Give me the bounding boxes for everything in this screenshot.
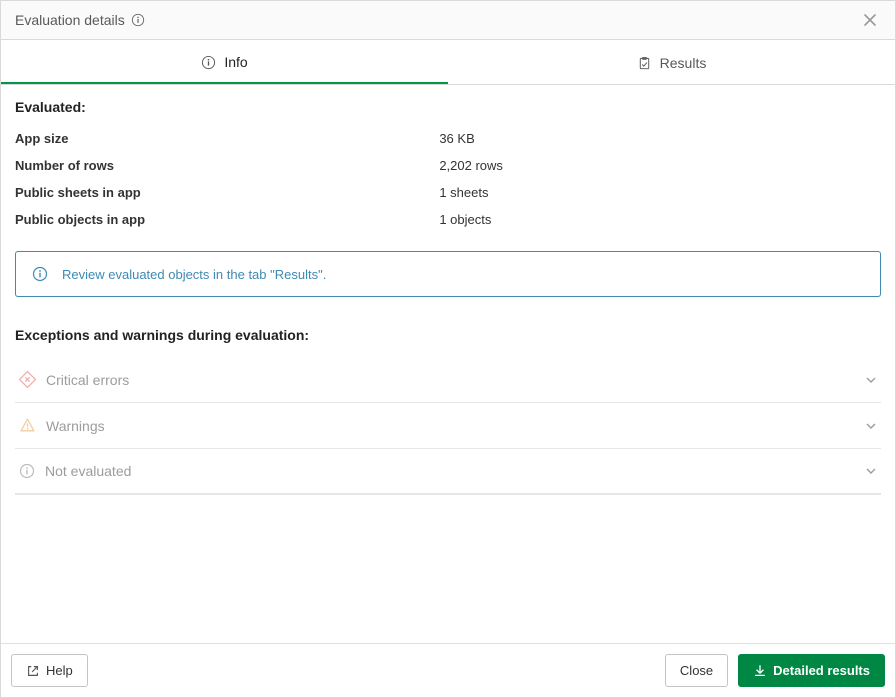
accordion-critical-errors[interactable]: Critical errors	[15, 357, 881, 403]
exceptions-heading: Exceptions and warnings during evaluatio…	[15, 327, 881, 343]
tab-results[interactable]: Results	[448, 40, 895, 84]
modal-title: Evaluation details	[15, 12, 125, 28]
close-button[interactable]: Close	[665, 654, 728, 687]
tab-label: Results	[660, 55, 707, 71]
critical-icon	[19, 371, 36, 388]
accordion-label: Warnings	[46, 418, 105, 434]
warning-icon	[19, 417, 36, 434]
kv-key: App size	[15, 131, 439, 146]
table-row: Public objects in app 1 objects	[15, 206, 881, 233]
info-icon	[32, 266, 48, 282]
info-icon	[201, 55, 216, 70]
button-label: Close	[680, 663, 713, 678]
chevron-down-icon	[865, 465, 877, 477]
kv-value: 1 sheets	[439, 185, 488, 200]
chevron-down-icon	[865, 374, 877, 386]
help-button[interactable]: Help	[11, 654, 88, 687]
evaluated-table: App size 36 KB Number of rows 2,202 rows…	[15, 125, 881, 233]
kv-key: Public sheets in app	[15, 185, 439, 200]
external-link-icon	[26, 664, 40, 678]
button-label: Detailed results	[773, 663, 870, 678]
kv-value: 36 KB	[439, 131, 474, 146]
table-row: Number of rows 2,202 rows	[15, 152, 881, 179]
kv-key: Number of rows	[15, 158, 439, 173]
download-icon	[753, 664, 767, 678]
accordion-warnings[interactable]: Warnings	[15, 403, 881, 449]
tab-label: Info	[224, 54, 247, 70]
info-icon	[19, 463, 35, 479]
accordion-not-evaluated[interactable]: Not evaluated	[15, 449, 881, 494]
info-notice: Review evaluated objects in the tab "Res…	[15, 251, 881, 297]
info-icon[interactable]	[131, 13, 145, 27]
kv-value: 2,202 rows	[439, 158, 503, 173]
table-row: App size 36 KB	[15, 125, 881, 152]
table-row: Public sheets in app 1 sheets	[15, 179, 881, 206]
chevron-down-icon	[865, 420, 877, 432]
button-label: Help	[46, 663, 73, 678]
kv-key: Public objects in app	[15, 212, 439, 227]
accordion-label: Critical errors	[46, 372, 129, 388]
detailed-results-button[interactable]: Detailed results	[738, 654, 885, 687]
notice-text: Review evaluated objects in the tab "Res…	[62, 267, 326, 282]
tab-info[interactable]: Info	[1, 40, 448, 84]
close-icon[interactable]	[859, 11, 881, 29]
clipboard-icon	[637, 56, 652, 71]
kv-value: 1 objects	[439, 212, 491, 227]
accordion-label: Not evaluated	[45, 463, 131, 479]
evaluated-heading: Evaluated:	[15, 99, 881, 115]
